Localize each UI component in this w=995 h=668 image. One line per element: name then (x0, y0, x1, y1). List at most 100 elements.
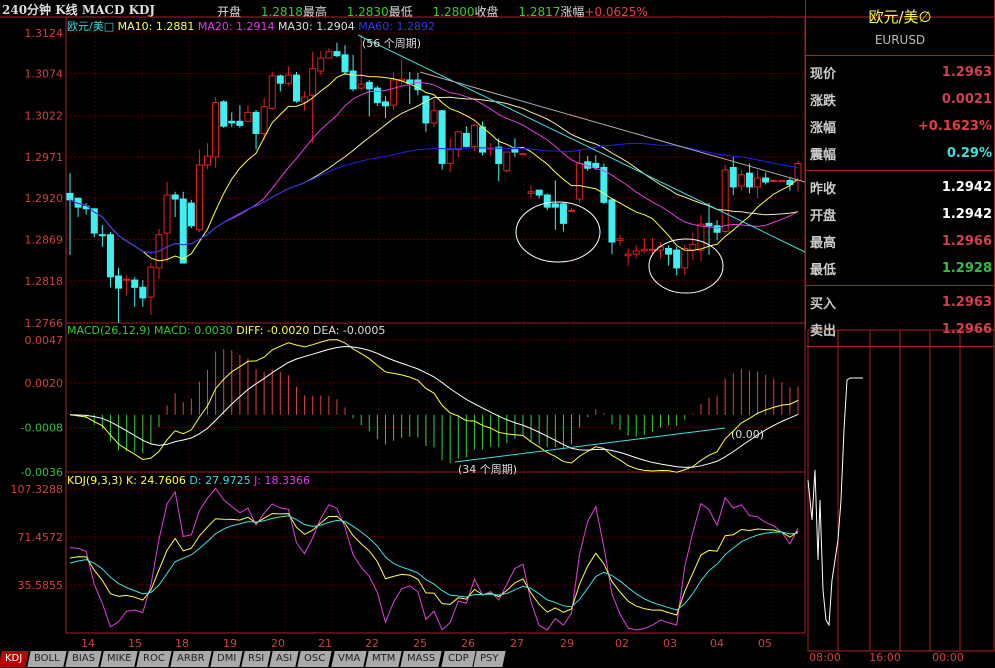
date-tick-label: 21 (318, 637, 332, 650)
candle-body (721, 169, 729, 232)
price-tick-label: 1.3124 (25, 27, 64, 40)
tab-cdp[interactable]: CDP (440, 651, 475, 667)
candle-body (737, 174, 745, 187)
date-tick-label: 18 (175, 637, 189, 650)
candle-body (349, 70, 357, 90)
candle-body (317, 57, 325, 72)
diff-line (69, 339, 799, 473)
date-tick-label: 25 (413, 637, 427, 650)
date-tick-label: 26 (461, 637, 475, 650)
quote-value: 1.2942 (941, 207, 992, 222)
tab-dmi[interactable]: DMI (210, 651, 243, 667)
candle-body (454, 131, 462, 151)
quote-label: 涨跌 (810, 94, 837, 109)
quote-value: 1.2966 (941, 322, 992, 337)
ma30-label: MA30: 1.2904 (278, 20, 355, 33)
kdj-tick-label: 107.3288 (11, 483, 64, 496)
quote-value: 1.2942 (941, 180, 992, 195)
candle-body (381, 101, 389, 107)
candle-body (519, 153, 527, 156)
quote-value: 1.2928 (941, 261, 992, 276)
tab-mike[interactable]: MIKE (100, 651, 139, 667)
date-tick-label: 03 (663, 637, 677, 650)
price-tick-label: 1.2766 (25, 317, 64, 330)
tab-roc[interactable]: ROC (136, 651, 172, 667)
candle-body (681, 247, 689, 269)
date-tick-label: 29 (560, 637, 574, 650)
panel-frame (65, 322, 806, 473)
candle-body (301, 96, 309, 103)
candle-body (268, 75, 276, 109)
date-tick-label: 04 (710, 637, 724, 650)
quote-row: 最高 1.2966 (806, 228, 994, 255)
price-tick-label: 1.3074 (25, 68, 64, 81)
candle-body (212, 102, 220, 158)
candle-body (187, 202, 195, 227)
candle-body (390, 79, 398, 106)
candle-body (98, 234, 106, 237)
tab-mtm[interactable]: MTM (365, 651, 403, 667)
tab-kdj[interactable]: KDJ (0, 651, 29, 667)
macd-tick-label: -0.0008 (21, 421, 63, 434)
k-line (69, 513, 799, 616)
instrument-code: EURUSD (874, 33, 926, 47)
quote-label: 震幅 (810, 148, 837, 163)
candle-body (616, 238, 624, 241)
highlight-ellipse (515, 201, 601, 263)
quote-value: 1.2963 (941, 295, 992, 310)
candle-body (543, 194, 551, 208)
intraday-time-label: 08:00 (809, 651, 841, 664)
quote-label: 涨幅 (810, 121, 837, 136)
candle-body (648, 248, 656, 251)
instrument-name: 欧元/美∅ (868, 8, 932, 26)
tab-boll[interactable]: BOLL (27, 651, 67, 667)
macd-tick-label: 0.0020 (25, 377, 64, 390)
candle-body (147, 266, 155, 298)
candle-body (446, 149, 454, 164)
quote-label: 卖出 (810, 324, 837, 339)
quote-row: 卖出 1.2966 (806, 316, 994, 343)
j-value: J: 18.3366 (254, 474, 311, 487)
candle-body (697, 223, 705, 251)
tab-rsi[interactable]: RSI (241, 651, 272, 667)
quote-row: 震幅 0.29% (806, 140, 994, 167)
date-tick-label: 20 (271, 637, 285, 650)
date-tick-label: 22 (365, 637, 379, 650)
quote-row: 涨跌 0.0021 (806, 86, 994, 113)
date-tick-label: 14 (81, 637, 95, 650)
tab-osc[interactable]: OSC (297, 651, 333, 667)
d-line (69, 515, 799, 611)
tab-mass[interactable]: MASS (400, 651, 443, 667)
candle-body (608, 199, 616, 243)
quote-row: 昨收 1.2942 (806, 174, 994, 201)
symbol-label: 欧元/美□ (67, 20, 115, 33)
period-56-annotation: (56 个周期) (362, 37, 422, 50)
candle-body (495, 146, 503, 164)
candle-body (292, 74, 300, 102)
tab-bias[interactable]: BIAS (65, 651, 102, 667)
tab-arbr[interactable]: ARBR (170, 651, 212, 667)
candle-body (713, 225, 721, 233)
kdj-legend: KDJ(9,3,3) K: 24.7606 D: 27.9725 J: 18.3… (67, 474, 310, 487)
candle-body (179, 198, 187, 264)
intraday-frame (807, 329, 995, 652)
price-tick-label: 1.2920 (25, 192, 64, 205)
tab-vma[interactable]: VMA (330, 651, 367, 667)
k-value: K: 24.7606 (126, 474, 186, 487)
tab-asi[interactable]: ASI (269, 651, 300, 667)
candle-body (673, 249, 681, 269)
quote-value: 1.2963 (941, 65, 992, 80)
date-tick-label: 05 (758, 637, 772, 650)
candle-body (592, 162, 600, 168)
candle-body (568, 209, 576, 212)
price-tick-label: 1.2869 (25, 234, 64, 247)
candle-body (689, 243, 697, 251)
macd-tick-label: -0.0036 (21, 466, 63, 479)
date-tick-label: 19 (223, 637, 237, 650)
candle-body (373, 87, 381, 104)
candle-body (309, 68, 317, 96)
candle-body (276, 75, 284, 84)
quote-panel: 欧元/美∅ EURUSD 现价 1.2963 涨跌 0.0021 涨幅 +0.1623% 震… (805, 0, 995, 347)
tab-psy[interactable]: PSY (473, 651, 506, 667)
candle-body (236, 120, 244, 126)
